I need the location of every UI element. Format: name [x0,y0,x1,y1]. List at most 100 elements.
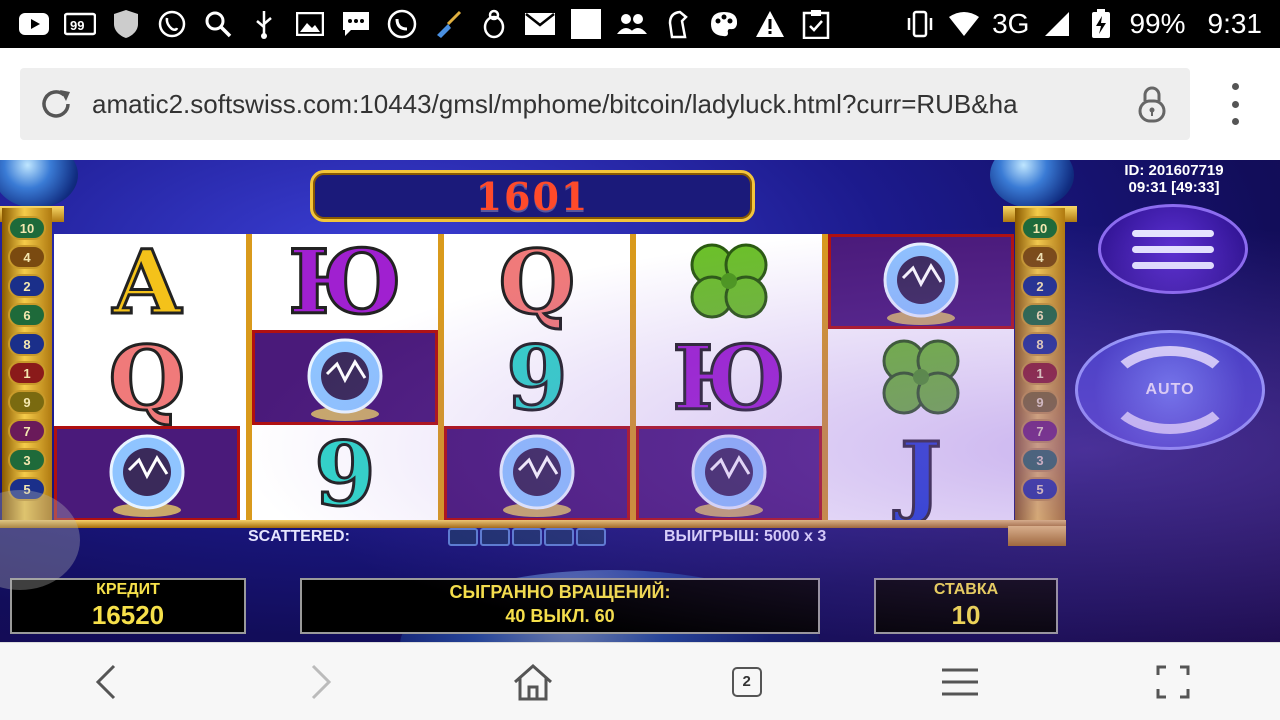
win-amount: 1601 [475,173,590,219]
lock-icon[interactable] [1122,68,1182,140]
status-bar: 99 3G 99% 9:31 [0,0,1280,48]
overflow-menu-icon[interactable] [1210,83,1260,125]
crystal-ball-icon [54,426,240,521]
payline-right-5: 5 [1021,477,1059,501]
browser-toolbar: amatic2.softswiss.com:10443/gmsl/mphome/… [0,48,1280,158]
forward-button[interactable] [290,652,350,712]
signal-icon [1041,8,1073,40]
payline-left-10: 10 [8,216,46,240]
session-info: ID: 201607719 09:31 [49:33] [1068,162,1280,196]
symbol-9: 9 [444,330,630,425]
viber-icon [156,8,188,40]
browser-nav-bar: 2 [0,642,1280,720]
payline-left-2: 2 [8,274,46,298]
symbol-text: 9 [505,325,569,430]
forward-icon [311,664,332,699]
back-button[interactable] [77,652,137,712]
clover-icon [636,234,822,329]
horse-icon [662,8,694,40]
win-amount-banner: 1601 [310,170,755,222]
paylines-left: 10 4 2 6 8 1 9 7 3 5 [2,208,52,520]
symbol-A: A [54,234,240,329]
phone-icon [386,8,418,40]
palette-icon [708,8,740,40]
message-icon [340,8,372,40]
auto-spin-button[interactable]: AUTO [1075,330,1265,450]
news-icon: 99 [64,8,96,40]
crystal-ball-icon [636,426,822,521]
session-time: 09:31 [49:33] [1128,179,1220,196]
payline-left-4: 4 [8,245,46,269]
spins-value: 40 ВЫКЛ. 60 [505,606,615,626]
payline-right-9: 9 [1021,390,1059,414]
reels: AQЮ9Q9ЮJ [54,234,1014,521]
bug-icon [478,8,510,40]
image-icon [294,8,326,40]
spins-panel: СЫГРАННО ВРАЩЕНИЙ: 40 ВЫКЛ. 60 [300,578,820,634]
symbol-Q: Q [54,330,240,425]
shield-icon [110,8,142,40]
game-menu-button[interactable] [1098,204,1248,294]
usb-icon [248,8,280,40]
symbol-text: Q [107,325,187,430]
slot-game: 1601 ID: 201607719 09:31 [49:33] 10 4 2 6 8 1… [0,160,1280,642]
crystal-ball-icon [828,234,1014,329]
payline-right-10: 10 [1021,216,1059,240]
reel-5: J [822,234,1014,520]
payline-left-6: 6 [8,303,46,327]
bet-panel[interactable]: СТАВКА 10 [874,578,1058,634]
reel-1: AQ [54,234,246,521]
hamburger-icon [941,668,978,695]
symbol-text: 9 [313,421,377,526]
payline-right-1: 1 [1021,361,1059,385]
symbol-J: J [828,426,1014,521]
bet-label: СТАВКА [933,581,999,598]
scatter-icons [448,528,606,546]
win-info: ВЫИГРЫШ: 5000 x 3 [664,528,827,545]
scatter-ball-icon [576,528,606,546]
reel-2: Ю9 [246,234,438,520]
battery-level: 99% [1129,8,1186,39]
symbol-text: A [111,229,182,334]
clock: 9:31 [1207,8,1263,39]
payline-left-9: 9 [8,390,46,414]
credit-panel: КРЕДИТ 16520 [10,578,246,634]
status-right: 3G 99% 9:31 [904,8,1280,40]
payline-left-8: 8 [8,332,46,356]
reel-4: Ю [630,234,822,521]
fullscreen-button[interactable] [1143,652,1203,712]
orb-decoration-right [990,160,1074,208]
tabs-button[interactable]: 2 [717,652,777,712]
info-row: SCATTERED: ВЫИГРЫШ: 5000 x 3 [0,526,1066,550]
tab-count: 2 [731,666,762,697]
clipboard-icon [800,8,832,40]
vibrate-icon [904,8,936,40]
scattered-label: SCATTERED: [248,528,350,545]
auto-label: AUTO [1145,381,1195,398]
blank-icon [570,8,602,40]
reload-icon[interactable] [20,68,92,140]
symbol-text: J [899,421,944,526]
symbol-Ю: Ю [636,330,822,425]
scatter-ball-icon [448,528,478,546]
home-button[interactable] [503,652,563,712]
clover-icon [828,330,1014,425]
url-text[interactable]: amatic2.softswiss.com:10443/gmsl/mphome/… [92,89,1122,120]
payline-right-7: 7 [1021,419,1059,443]
payline-right-4: 4 [1021,245,1059,269]
payline-right-8: 8 [1021,332,1059,356]
warning-icon [754,8,786,40]
paylines-right: 10 4 2 6 8 1 9 7 3 5 [1015,208,1065,520]
payline-right-2: 2 [1021,274,1059,298]
symbol-Q: Q [444,234,630,329]
network-type: 3G [992,8,1030,39]
payline-left-7: 7 [8,419,46,443]
home-icon [514,663,553,700]
credit-value: 16520 [91,600,165,630]
symbol-Ю: Ю [252,234,438,329]
notification-icons: 99 [0,8,832,40]
payline-right-6: 6 [1021,303,1059,327]
mail-icon [524,8,556,40]
address-bar[interactable]: amatic2.softswiss.com:10443/gmsl/mphome/… [20,68,1190,140]
menu-button[interactable] [930,652,990,712]
